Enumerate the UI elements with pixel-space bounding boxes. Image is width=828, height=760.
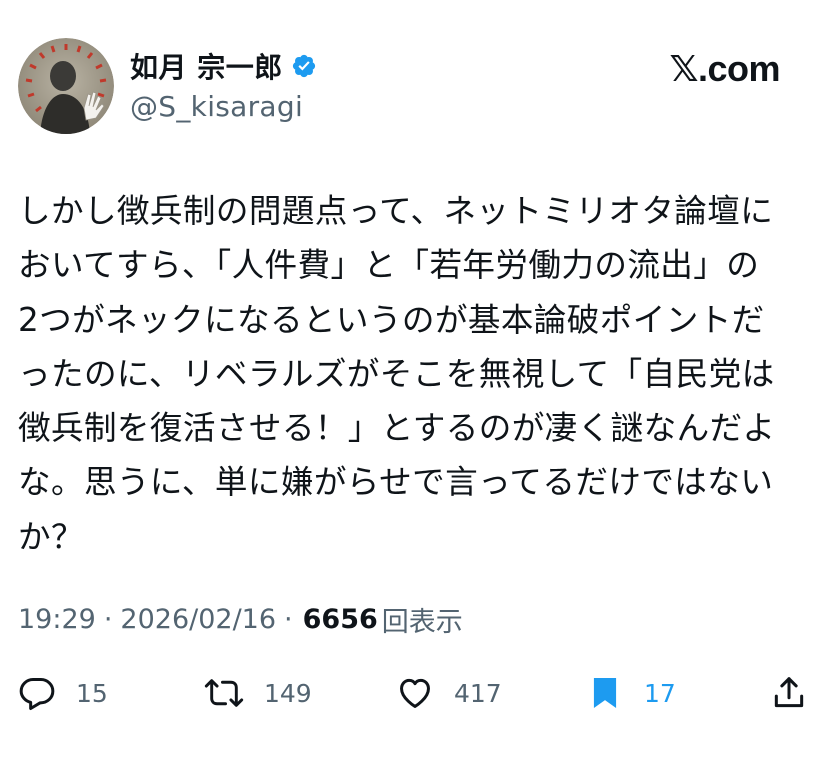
tweet-actions: 15 149 417 17 <box>18 668 814 718</box>
tweet-line: しかし徴兵制の問題点って、ネットミリオタ論壇に <box>18 192 774 230</box>
display-name-row: 如月 宗一郎 <box>130 48 317 84</box>
tweet-header: 如月 宗一郎 @S_kisaragi 𝕏.com <box>18 38 808 138</box>
reply-button[interactable]: 15 <box>18 668 108 718</box>
x-logo-glyph: 𝕏 <box>669 49 698 90</box>
tweet-line: ったのに、リベラルズがそこを無視して「自民党は <box>18 354 775 393</box>
user-names: 如月 宗一郎 @S_kisaragi <box>130 48 317 123</box>
tweet-line: な。思うに、単に嫌がらせで言ってるだけではない <box>18 463 774 502</box>
avatar[interactable] <box>18 38 114 134</box>
x-brand-logo: 𝕏.com <box>669 48 780 90</box>
meta-separator: · <box>103 604 113 635</box>
views-label: 回表示 <box>381 607 463 638</box>
heart-icon <box>396 674 434 712</box>
share-button[interactable] <box>770 668 808 718</box>
tweet-date[interactable]: 2026/02/16 <box>120 604 276 635</box>
tweet-line: おいてすら、「人件費」と「若年労働力の流出」の <box>18 246 760 285</box>
repost-button[interactable]: 149 <box>204 668 312 718</box>
meta-separator: · <box>284 604 293 635</box>
bookmark-icon <box>586 674 624 712</box>
display-name[interactable]: 如月 宗一郎 <box>130 46 283 86</box>
tweet-line: か？ <box>18 517 84 556</box>
bookmark-button[interactable]: 17 <box>586 668 676 718</box>
brand-domain: .com <box>697 48 781 89</box>
tweet-line: 2つがネックになるというのが基本論破ポイントだ <box>18 300 765 339</box>
like-button[interactable]: 417 <box>396 668 502 718</box>
tweet-text: しかし徴兵制の問題点って、ネットミリオタ論壇に おいてすら、「人件費」と「若年労… <box>18 184 814 564</box>
verified-badge-icon <box>291 53 317 79</box>
like-count: 417 <box>454 678 502 708</box>
tweet-meta: 19:29 · 2026/02/16 · 6656 回表示 <box>18 600 463 639</box>
reply-count: 15 <box>76 678 108 708</box>
avatar-image <box>18 38 114 134</box>
user-handle[interactable]: @S_kisaragi <box>130 90 317 123</box>
repost-count: 149 <box>264 678 312 708</box>
bookmark-count: 17 <box>644 678 676 708</box>
tweet-time[interactable]: 19:29 <box>18 604 96 635</box>
share-upload-icon <box>770 674 808 712</box>
tweet-line: 徴兵制を復活させる！」とするのが凄く謎なんだよ <box>18 409 776 448</box>
views-count: 6656 <box>302 604 378 635</box>
repost-arrows-icon <box>204 674 244 712</box>
speech-bubble-icon <box>18 674 56 712</box>
